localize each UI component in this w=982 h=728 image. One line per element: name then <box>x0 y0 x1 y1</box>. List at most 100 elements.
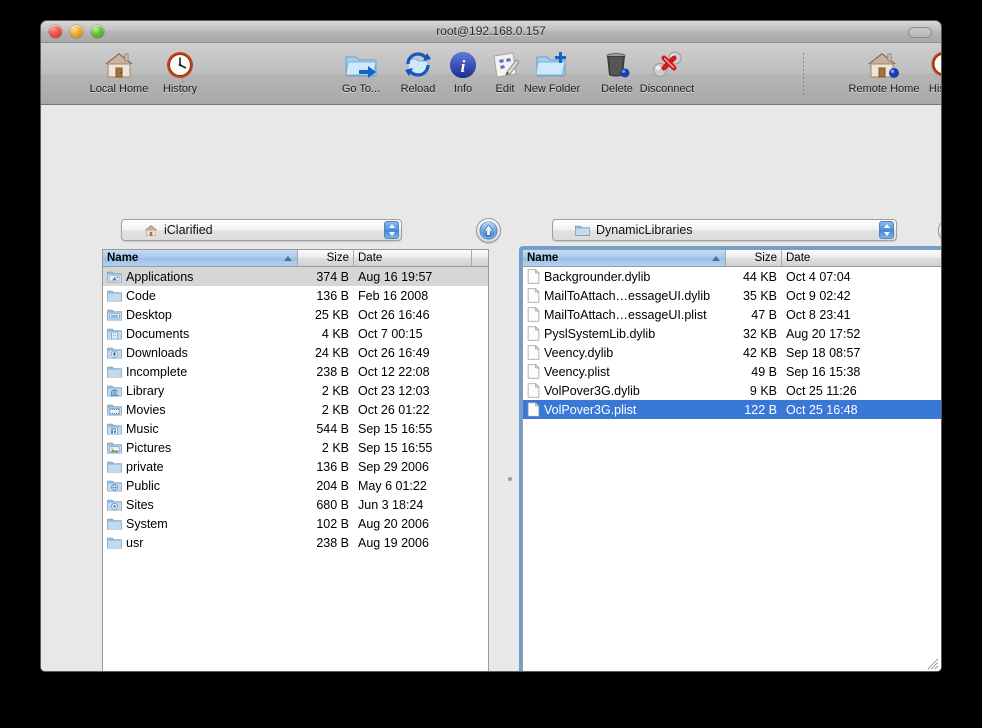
file-size-cell: 2 KB <box>321 440 349 455</box>
file-name-cell: Library <box>103 384 298 398</box>
file-size-cell: 24 KB <box>314 345 349 360</box>
remote-file-list[interactable]: Backgrounder.dylib 44 KB Oct 4 07:04 MailTo… <box>523 267 941 671</box>
toolbar-local-home[interactable]: Local Home <box>87 48 151 95</box>
file-name-label: Music <box>126 421 159 436</box>
table-row[interactable]: PyslSystemLib.dylib 32 KB Aug 20 17:52 <box>523 324 941 343</box>
file-size-cell: 47 B <box>751 307 777 322</box>
table-row[interactable]: Veency.dylib 42 KB Sep 18 08:57 <box>523 343 941 362</box>
file-name-label: Library <box>126 383 165 398</box>
file-name-label: PyslSystemLib.dylib <box>544 326 656 341</box>
chevron-up-icon <box>388 224 395 228</box>
document-icon <box>527 269 540 284</box>
home-icon <box>87 48 151 82</box>
file-date-cell: Oct 4 07:04 <box>786 269 851 284</box>
document-icon <box>527 288 540 303</box>
file-size-cell: 49 B <box>751 364 777 379</box>
remote-header-size[interactable]: Size <box>726 250 782 266</box>
file-size-cell: 35 KB <box>742 288 777 303</box>
chevron-up-icon <box>883 224 890 228</box>
file-date-cell: Aug 16 19:57 <box>358 269 433 284</box>
file-date-cell: Feb 16 2008 <box>358 288 429 303</box>
toolbar-disconnect[interactable]: Disconnect <box>635 48 699 95</box>
table-row[interactable]: Veency.plist 49 B Sep 16 15:38 <box>523 362 941 381</box>
table-row[interactable]: Movies 2 KB Oct 26 01:22 <box>103 400 488 419</box>
file-size-cell: 122 B <box>744 402 777 417</box>
remote-header-date[interactable]: Date <box>782 250 941 266</box>
file-name-label: VolPover3G.plist <box>544 402 637 417</box>
table-row[interactable]: Documents 4 KB Oct 7 00:15 <box>103 324 488 343</box>
local-header-name-label: Name <box>107 252 139 264</box>
remote-header-name[interactable]: Name <box>523 250 726 266</box>
file-name-cell: VolPover3G.plist <box>523 402 726 417</box>
toolbar-history-remote[interactable]: History <box>914 48 941 95</box>
toolbar-separator-right <box>803 53 804 95</box>
file-name-cell: Movies <box>103 403 298 417</box>
table-row[interactable]: MailToAttach…essageUI.plist 47 B Oct 8 23:… <box>523 305 941 324</box>
file-date-cell: Jun 3 18:24 <box>358 497 424 512</box>
table-row[interactable]: Music 544 B Sep 15 16:55 <box>103 419 488 438</box>
local-header-size[interactable]: Size <box>298 250 354 266</box>
file-name-label: System <box>126 516 168 531</box>
right-path-popup[interactable]: DynamicLibraries <box>552 219 897 241</box>
table-row[interactable]: Applications 374 B Aug 16 19:57 <box>103 267 488 286</box>
pane-splitter[interactable] <box>504 249 516 671</box>
left-path-popup[interactable]: iClarified <box>121 219 402 241</box>
file-name-label: Code <box>126 288 156 303</box>
chevron-down-icon <box>883 232 890 236</box>
folder-icon <box>107 460 122 473</box>
file-size-cell: 238 B <box>316 535 349 550</box>
toolbar-history-local-label: History <box>162 83 198 95</box>
right-up-directory-button[interactable] <box>938 218 942 243</box>
disconnect-icon <box>635 48 699 82</box>
left-up-directory-button[interactable] <box>476 218 501 243</box>
local-header-size-label: Size <box>326 252 349 264</box>
table-row[interactable]: Sites 680 B Jun 3 18:24 <box>103 495 488 514</box>
table-row[interactable]: Code 136 B Feb 16 2008 <box>103 286 488 305</box>
file-size-cell: 2 KB <box>321 402 349 417</box>
file-name-cell: Backgrounder.dylib <box>523 269 726 284</box>
file-date-cell: Oct 9 02:42 <box>786 288 851 303</box>
up-arrow-icon <box>941 221 942 240</box>
table-row[interactable]: private 136 B Sep 29 2006 <box>103 457 488 476</box>
toolbar-remote-home[interactable]: Remote Home <box>847 48 921 95</box>
file-date-cell: Sep 16 15:38 <box>786 364 861 379</box>
window-title: root@192.168.0.157 <box>436 24 546 38</box>
table-row[interactable]: VolPover3G.dylib 9 KB Oct 25 11:26 <box>523 381 941 400</box>
local-header-date[interactable]: Date <box>354 250 472 266</box>
table-row[interactable]: usr 238 B Aug 19 2006 <box>103 533 488 552</box>
table-row[interactable]: Desktop 25 KB Oct 26 16:46 <box>103 305 488 324</box>
table-row[interactable]: Library 2 KB Oct 23 12:03 <box>103 381 488 400</box>
folder-documents-icon <box>107 327 122 340</box>
folder-sites-icon <box>107 498 122 511</box>
file-name-cell: Applications <box>103 270 298 284</box>
file-name-cell: Downloads <box>103 346 298 360</box>
table-row[interactable]: Backgrounder.dylib 44 KB Oct 4 07:04 <box>523 267 941 286</box>
table-row[interactable]: VolPover3G.plist 122 B Oct 25 16:48 <box>523 400 941 419</box>
table-row[interactable]: Public 204 B May 6 01:22 <box>103 476 488 495</box>
toolbar-goto[interactable]: Go To... <box>329 48 393 95</box>
window-resize-grip[interactable] <box>925 656 939 670</box>
file-size-cell: 4 KB <box>321 326 349 341</box>
file-size-cell: 2 KB <box>321 383 349 398</box>
left-path-stepper[interactable] <box>384 221 399 239</box>
file-name-cell: System <box>103 517 298 531</box>
file-name-label: Veency.plist <box>544 364 610 379</box>
local-file-list[interactable]: Applications 374 B Aug 16 19:57 Code 136 B Fe… <box>103 267 488 671</box>
remote-column-headers: Name Size Date <box>523 250 941 267</box>
table-row[interactable]: MailToAttach…essageUI.dylib 35 KB Oct 9 02… <box>523 286 941 305</box>
file-name-label: Backgrounder.dylib <box>544 269 651 284</box>
sort-ascending-icon <box>712 256 720 261</box>
table-row[interactable]: System 102 B Aug 20 2006 <box>103 514 488 533</box>
content-area: iClarified DynamicLibraries Name Size Da… <box>41 105 942 671</box>
toolbar-history-local[interactable]: History <box>148 48 212 95</box>
table-row[interactable]: Downloads 24 KB Oct 26 16:49 <box>103 343 488 362</box>
table-row[interactable]: Incomplete 238 B Oct 12 22:08 <box>103 362 488 381</box>
local-header-name[interactable]: Name <box>103 250 298 266</box>
file-name-cell: Veency.dylib <box>523 345 726 360</box>
right-path-stepper[interactable] <box>879 221 894 239</box>
up-arrow-icon <box>479 221 498 240</box>
folder-library-icon <box>107 384 122 397</box>
toolbar-new-folder[interactable]: New Folder <box>520 48 584 95</box>
toolbar-toggle-button[interactable] <box>908 27 932 38</box>
table-row[interactable]: Pictures 2 KB Sep 15 16:55 <box>103 438 488 457</box>
